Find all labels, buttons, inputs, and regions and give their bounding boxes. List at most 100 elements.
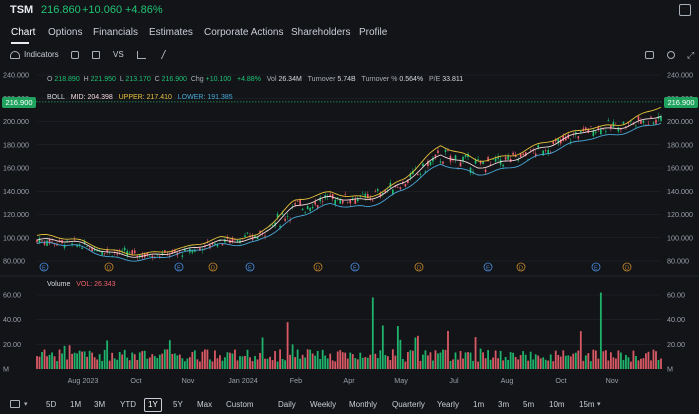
y-axis-label-right: 140.000 bbox=[667, 187, 693, 196]
chevron-down-icon[interactable]: ▾ bbox=[24, 400, 28, 408]
volume-bar bbox=[191, 352, 194, 369]
volume-bar bbox=[138, 352, 141, 369]
compare-vs-button[interactable]: VS bbox=[113, 50, 124, 59]
interval-monthly[interactable]: Monthly bbox=[349, 400, 377, 409]
volume-bar bbox=[386, 356, 389, 369]
volume-bar bbox=[579, 331, 582, 369]
fullscreen-icon[interactable]: ⤢ bbox=[687, 50, 694, 61]
interval-1m[interactable]: 1m bbox=[473, 400, 484, 409]
volume-bar bbox=[71, 353, 73, 369]
volume-bar bbox=[321, 349, 324, 369]
tab-estimates[interactable]: Estimates bbox=[149, 27, 193, 38]
interval-chevron-icon[interactable]: ▾ bbox=[597, 400, 601, 408]
candle-body bbox=[602, 128, 605, 130]
volume-bar bbox=[211, 361, 214, 369]
candle-body bbox=[181, 255, 184, 257]
volume-bar bbox=[584, 355, 587, 369]
volume-bar bbox=[299, 358, 302, 369]
low-label: L bbox=[119, 76, 124, 83]
volume-bar bbox=[241, 356, 244, 369]
candle-body bbox=[502, 164, 504, 167]
volume-bar bbox=[517, 359, 520, 369]
volume-bar bbox=[66, 359, 68, 369]
volume-bar bbox=[286, 322, 289, 369]
volume-bar bbox=[221, 360, 224, 369]
candle-body bbox=[655, 119, 657, 124]
volume-bar bbox=[284, 360, 286, 369]
tab-shareholders[interactable]: Shareholders bbox=[291, 27, 350, 38]
candle-body bbox=[329, 194, 332, 196]
range-5y[interactable]: 5Y bbox=[173, 400, 183, 409]
y-axis-label-right: 100.000 bbox=[667, 233, 693, 242]
candle-body bbox=[344, 194, 347, 195]
volume-bar bbox=[625, 354, 627, 369]
volume-bar bbox=[497, 358, 500, 369]
trend-icon[interactable] bbox=[137, 51, 146, 59]
event-marker-label: E bbox=[594, 265, 598, 271]
candle-body bbox=[349, 199, 352, 204]
pen-icon[interactable] bbox=[154, 50, 167, 59]
range-1m[interactable]: 1M bbox=[70, 400, 81, 409]
interval-5m[interactable]: 5m bbox=[523, 400, 534, 409]
volume-bar bbox=[569, 356, 572, 369]
candle-body bbox=[214, 243, 216, 245]
volume-bar bbox=[181, 358, 184, 369]
range-ytd[interactable]: YTD bbox=[120, 400, 136, 409]
range-5d[interactable]: 5D bbox=[46, 400, 56, 409]
candle-body bbox=[284, 218, 286, 221]
y-axis-label-left: 80.000 bbox=[3, 257, 25, 266]
volume-bar bbox=[204, 349, 206, 369]
volume-bar bbox=[276, 361, 279, 369]
candle-body bbox=[88, 247, 91, 249]
volume-bar bbox=[256, 359, 259, 369]
settings-icon[interactable] bbox=[667, 51, 675, 59]
volume-bar bbox=[406, 352, 409, 369]
interval-3m[interactable]: 3m bbox=[498, 400, 509, 409]
chart-type-icon[interactable] bbox=[92, 51, 100, 59]
price-chart[interactable]: 240.000240.000220.000220.000200.000200.0… bbox=[0, 66, 699, 396]
candle-body bbox=[482, 161, 484, 164]
candle-body bbox=[128, 252, 131, 254]
candle-body bbox=[650, 116, 652, 118]
close-label: C bbox=[154, 76, 160, 83]
interval-weekly[interactable]: Weekly bbox=[310, 400, 336, 409]
range-1y[interactable]: 1Y bbox=[144, 398, 162, 412]
candle-body bbox=[404, 183, 407, 187]
candle-body bbox=[512, 152, 514, 155]
interval-quarterly[interactable]: Quarterly bbox=[392, 400, 425, 409]
range-custom[interactable]: Custom bbox=[226, 400, 254, 409]
volume-bar bbox=[186, 358, 189, 369]
volume-bar bbox=[334, 361, 337, 369]
range-3m[interactable]: 3M bbox=[94, 400, 105, 409]
tab-corporate-actions[interactable]: Corporate Actions bbox=[204, 27, 284, 38]
volume-bar bbox=[522, 351, 525, 369]
sidebar-toggle-icon[interactable] bbox=[10, 400, 20, 408]
exit-icon[interactable] bbox=[679, 4, 691, 16]
volume-bar bbox=[251, 361, 254, 369]
event-marker-label: E bbox=[486, 265, 490, 271]
candle-body bbox=[577, 136, 580, 139]
candle-body bbox=[637, 116, 640, 121]
interval-15m[interactable]: 15m bbox=[579, 400, 595, 409]
tab-options[interactable]: Options bbox=[48, 27, 82, 38]
interval-yearly[interactable]: Yearly bbox=[437, 400, 459, 409]
indicators-button[interactable]: Indicators bbox=[24, 50, 59, 59]
tab-financials[interactable]: Financials bbox=[93, 27, 138, 38]
volume-bar bbox=[552, 361, 555, 369]
volume-bar bbox=[229, 352, 231, 369]
volume-bar bbox=[158, 354, 161, 369]
volume-bar bbox=[86, 356, 89, 369]
interval-daily[interactable]: Daily bbox=[278, 400, 296, 409]
camera-icon[interactable] bbox=[645, 51, 654, 59]
interval-10m[interactable]: 10m bbox=[549, 400, 565, 409]
candle-body bbox=[123, 247, 126, 251]
candle-body bbox=[622, 122, 625, 124]
volume-bar bbox=[462, 358, 464, 369]
volume-bar bbox=[141, 351, 144, 369]
tab-profile[interactable]: Profile bbox=[359, 27, 387, 38]
volume-bar bbox=[366, 357, 369, 369]
candle-body bbox=[346, 202, 349, 203]
drawing-tools-icon[interactable] bbox=[71, 51, 79, 59]
tab-chart[interactable]: Chart bbox=[11, 27, 35, 38]
range-max[interactable]: Max bbox=[197, 400, 212, 409]
